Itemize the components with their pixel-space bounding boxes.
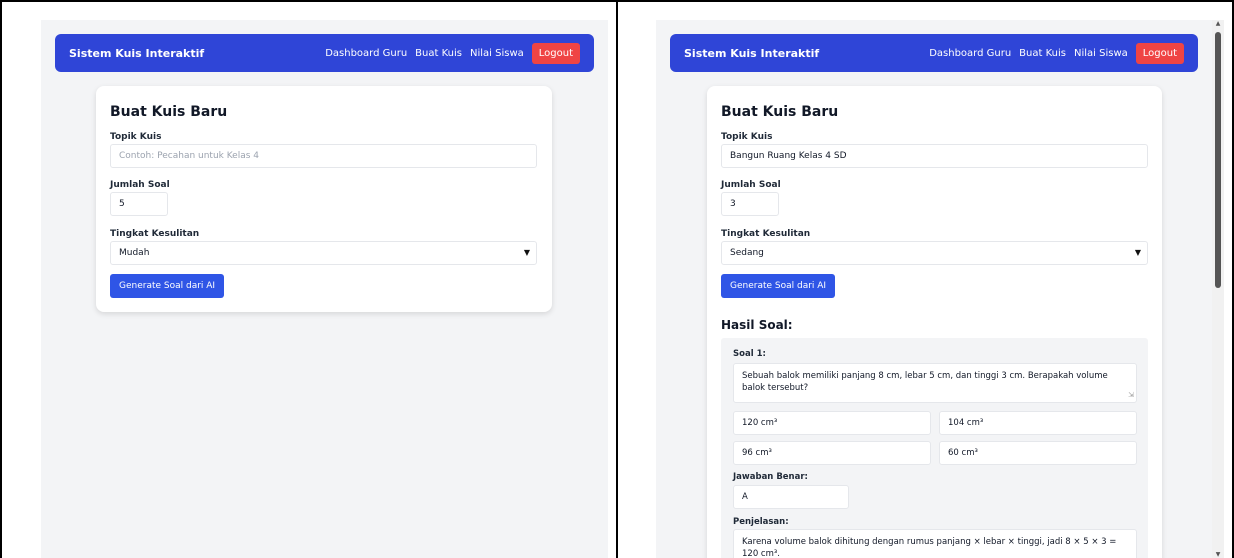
nav-dashboard-guru[interactable]: Dashboard Guru <box>325 48 407 59</box>
create-quiz-card: Buat Kuis Baru Topik Kuis Bangun Ruang K… <box>707 86 1162 558</box>
scroll-down-icon[interactable]: ▼ <box>1212 551 1224 558</box>
difficulty-select[interactable]: Sedang ▼ <box>721 241 1148 265</box>
difficulty-label: Tingkat Kesulitan <box>110 229 200 239</box>
left-screen: Sistem Kuis Interaktif Dashboard Guru Bu… <box>41 20 608 558</box>
chevron-down-icon: ▼ <box>523 248 530 257</box>
question-card: Soal 1: Sebuah balok memiliki panjang 8 … <box>721 338 1148 558</box>
navbar: Sistem Kuis Interaktif Dashboard Guru Bu… <box>670 34 1198 72</box>
count-label: Jumlah Soal <box>721 180 781 190</box>
nav-nilai-siswa[interactable]: Nilai Siswa <box>470 48 524 59</box>
difficulty-value: Mudah <box>119 248 150 258</box>
create-quiz-card: Buat Kuis Baru Topik Kuis Contoh: Pecaha… <box>96 86 552 312</box>
scroll-up-icon[interactable]: ▲ <box>1212 20 1224 27</box>
option-c-input[interactable]: 96 cm³ <box>733 441 931 465</box>
scroll-thumb[interactable] <box>1215 32 1221 288</box>
page-title: Buat Kuis Baru <box>721 104 839 120</box>
scrollbar[interactable]: ▲ ▼ <box>1212 20 1224 558</box>
nav-links: Dashboard Guru Buat Kuis Nilai Siswa Log… <box>929 42 1184 64</box>
answer-label: Jawaban Benar: <box>733 472 808 482</box>
nav-buat-kuis[interactable]: Buat Kuis <box>1019 48 1066 59</box>
count-input[interactable]: 5 <box>110 192 168 216</box>
difficulty-value: Sedang <box>730 248 764 258</box>
navbar: Sistem Kuis Interaktif Dashboard Guru Bu… <box>55 34 594 72</box>
option-d-input[interactable]: 60 cm³ <box>939 441 1137 465</box>
question-label: Soal 1: <box>733 349 766 359</box>
right-screen: Sistem Kuis Interaktif Dashboard Guru Bu… <box>656 20 1212 558</box>
logout-button[interactable]: Logout <box>1135 42 1184 64</box>
nav-links: Dashboard Guru Buat Kuis Nilai Siswa Log… <box>325 42 580 64</box>
page-title: Buat Kuis Baru <box>110 104 228 120</box>
logout-button[interactable]: Logout <box>531 42 580 64</box>
generate-button[interactable]: Generate Soal dari AI <box>110 274 225 298</box>
option-a-input[interactable]: 120 cm³ <box>733 411 931 435</box>
generate-button[interactable]: Generate Soal dari AI <box>721 274 836 298</box>
difficulty-select[interactable]: Mudah ▼ <box>110 241 537 265</box>
question-text: Sebuah balok memiliki panjang 8 cm, leba… <box>742 371 1108 393</box>
nav-buat-kuis[interactable]: Buat Kuis <box>415 48 462 59</box>
chevron-down-icon: ▼ <box>1134 248 1141 257</box>
topic-input[interactable]: Bangun Ruang Kelas 4 SD <box>721 144 1148 168</box>
left-border <box>0 0 2 558</box>
brand-title[interactable]: Sistem Kuis Interaktif <box>684 47 819 60</box>
option-b-input[interactable]: 104 cm³ <box>939 411 1137 435</box>
nav-dashboard-guru[interactable]: Dashboard Guru <box>929 48 1011 59</box>
results-title: Hasil Soal: <box>721 318 793 332</box>
center-divider <box>616 0 618 558</box>
topic-label: Topik Kuis <box>110 132 162 142</box>
difficulty-label: Tingkat Kesulitan <box>721 229 811 239</box>
resize-grip-icon[interactable]: ⇲ <box>1128 389 1134 401</box>
explanation-text: Karena volume balok dihitung dengan rumu… <box>742 537 1117 558</box>
explanation-textarea[interactable]: Karena volume balok dihitung dengan rumu… <box>733 529 1137 558</box>
count-label: Jumlah Soal <box>110 180 170 190</box>
topic-input[interactable]: Contoh: Pecahan untuk Kelas 4 <box>110 144 537 168</box>
question-textarea[interactable]: Sebuah balok memiliki panjang 8 cm, leba… <box>733 363 1137 403</box>
topic-label: Topik Kuis <box>721 132 773 142</box>
answer-input[interactable]: A <box>733 485 849 509</box>
count-input[interactable]: 3 <box>721 192 779 216</box>
brand-title[interactable]: Sistem Kuis Interaktif <box>69 47 204 60</box>
nav-nilai-siswa[interactable]: Nilai Siswa <box>1074 48 1128 59</box>
explanation-label: Penjelasan: <box>733 517 789 527</box>
